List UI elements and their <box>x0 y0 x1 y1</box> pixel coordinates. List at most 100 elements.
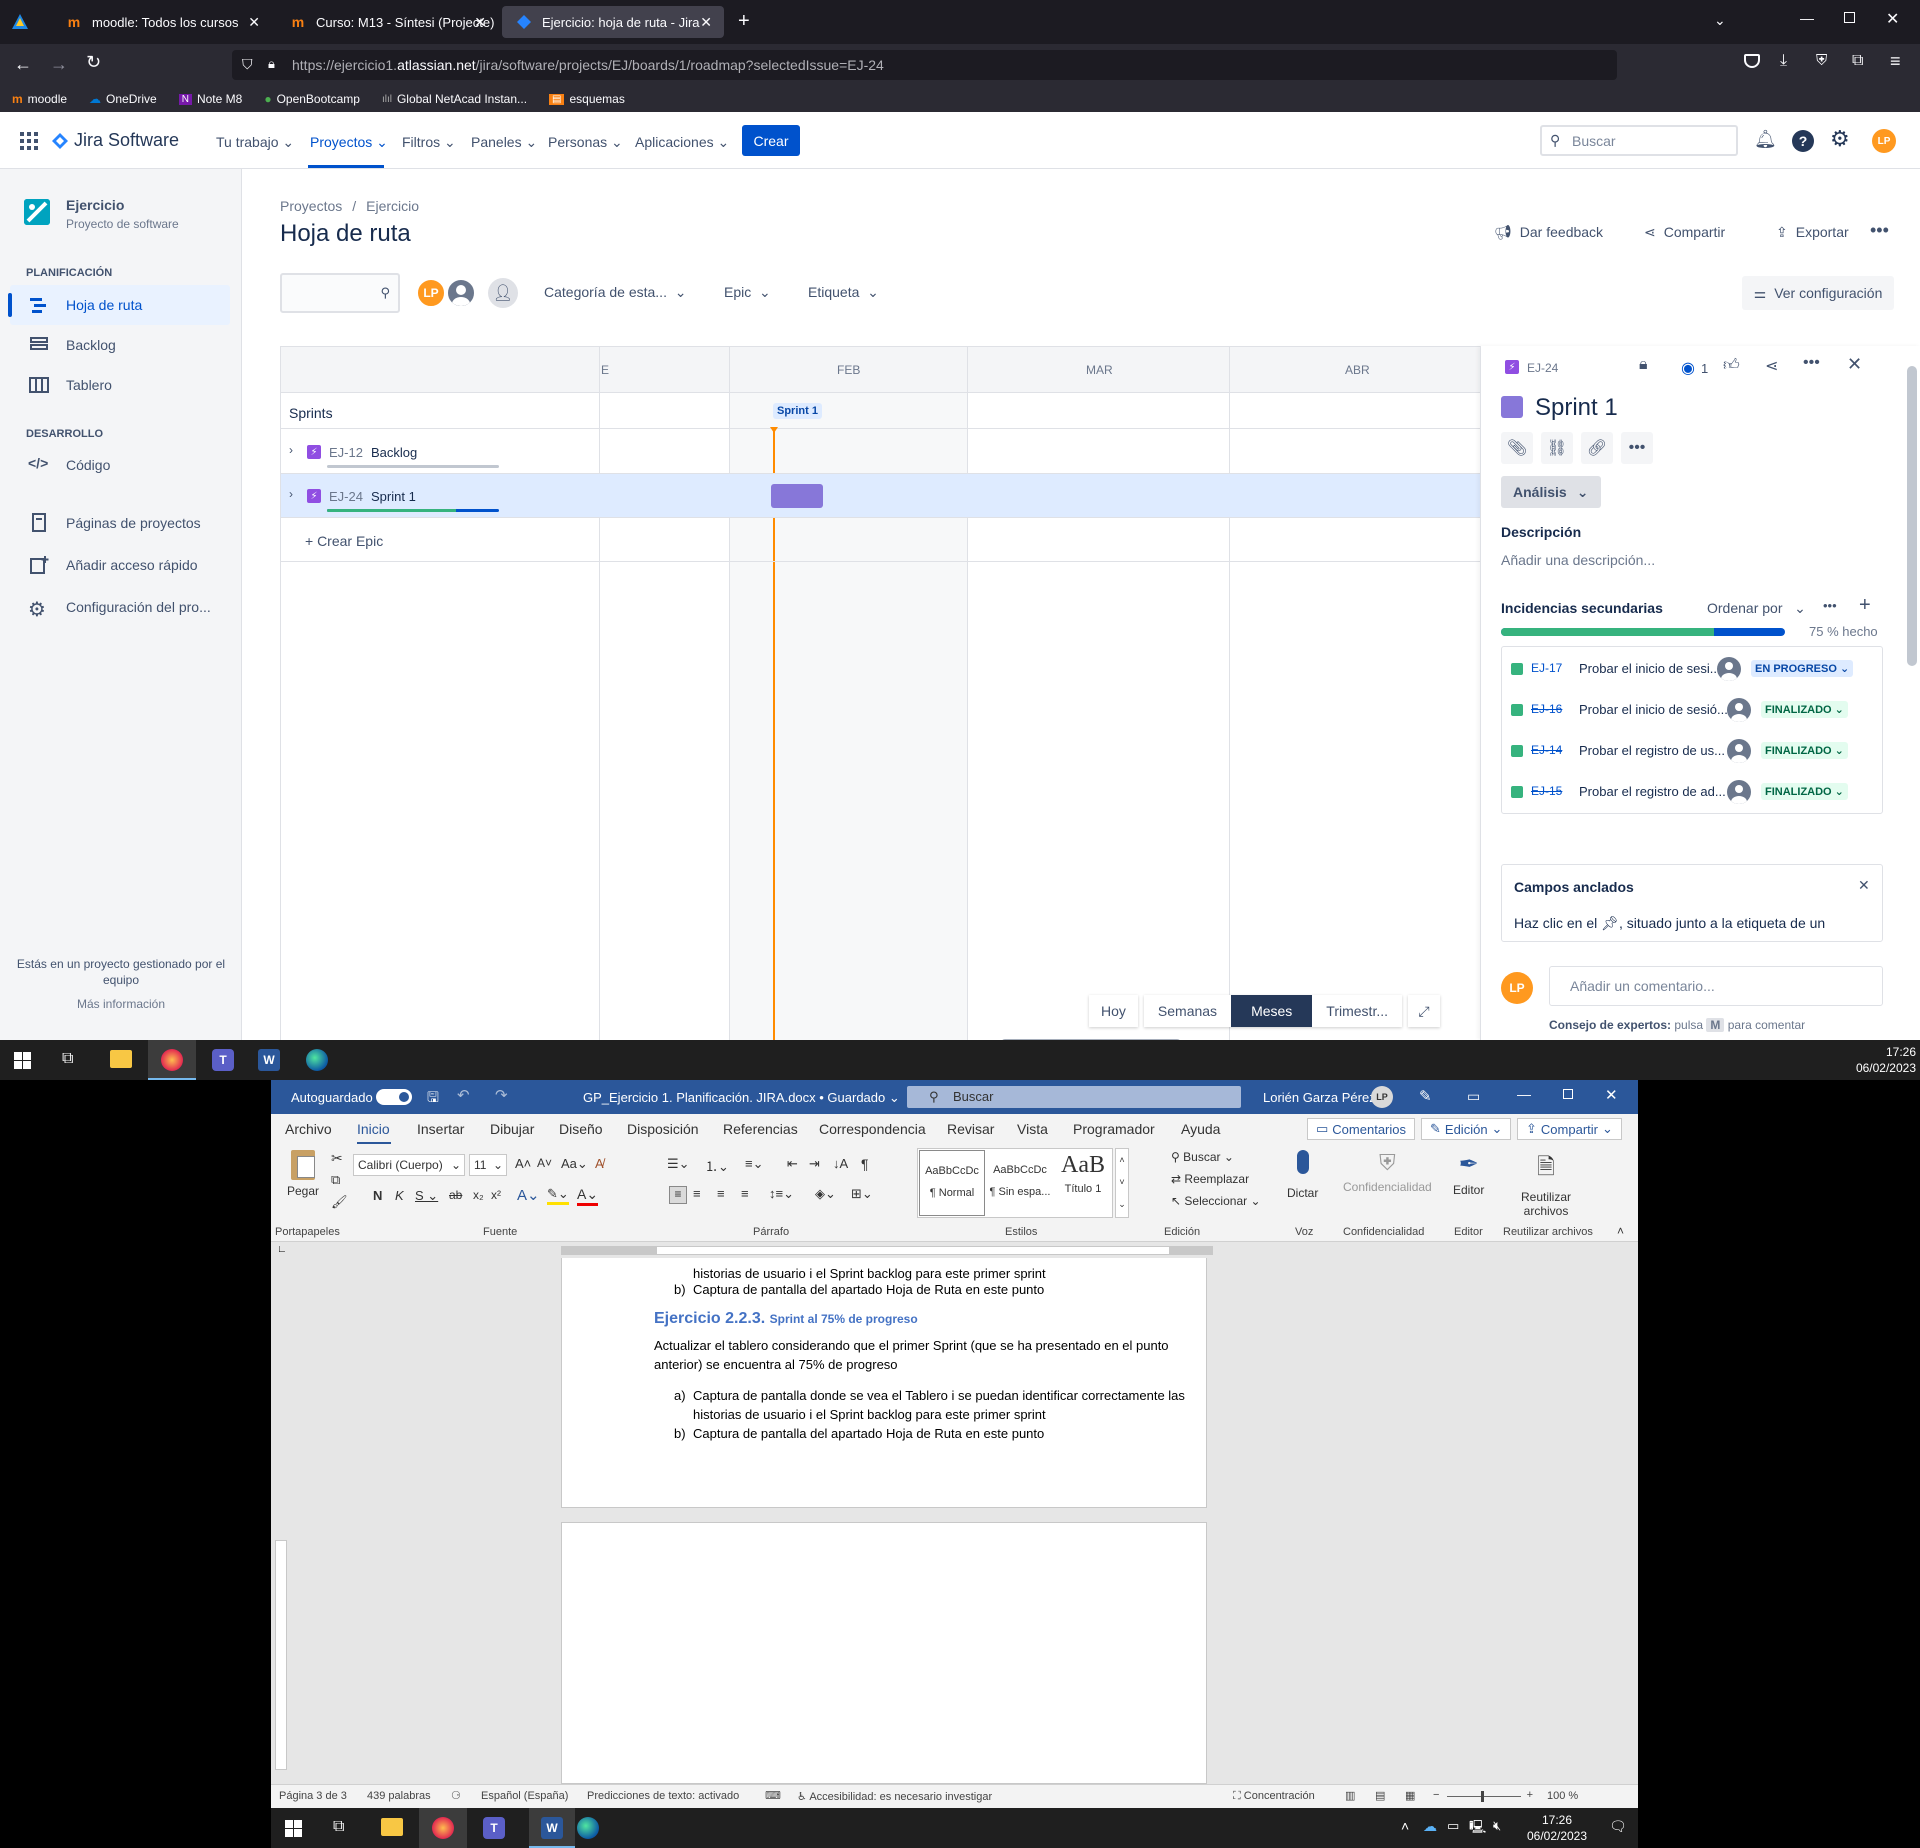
notifications-icon[interactable]: 🔔︎ <box>1754 129 1777 150</box>
status-badge[interactable]: FINALIZADO ⌄ <box>1761 701 1848 718</box>
tab-dibujar[interactable]: Dibujar <box>490 1121 534 1137</box>
tab-diseno[interactable]: Diseño <box>559 1121 603 1137</box>
avatar[interactable]: LP <box>416 278 446 308</box>
avatar[interactable]: LP <box>1872 129 1896 153</box>
tab-insertar[interactable]: Insertar <box>417 1121 464 1137</box>
reload-icon[interactable]: ↻ <box>86 52 101 73</box>
zoom-level[interactable]: 100 % <box>1547 1790 1578 1802</box>
jira-logo[interactable]: Jira Software <box>52 130 179 151</box>
comment-input[interactable]: Añadir un comentario... <box>1549 966 1883 1006</box>
tab-curso[interactable]: m Curso: M13 - Síntesi (Projecte) ✕ <box>276 6 498 38</box>
doc-title[interactable]: GP_Ejercicio 1. Planificación. JIRA.docx… <box>583 1090 900 1106</box>
status-badge[interactable]: FINALIZADO ⌄ <box>1761 783 1848 800</box>
add-child-icon[interactable]: + <box>1859 594 1871 617</box>
bookmark-openbootcamp[interactable]: ● OpenBootcamp <box>264 92 360 106</box>
filter-status-category[interactable]: Categoría de esta... ⌄ <box>544 284 686 301</box>
read-mode-icon[interactable]: ▥ <box>1345 1789 1355 1802</box>
breadcrumb-proyectos[interactable]: Proyectos <box>280 198 342 214</box>
user-name[interactable]: Lorién Garza Pérez <box>1263 1090 1376 1105</box>
bookmark-onedrive[interactable]: ☁ OneDrive <box>89 92 157 106</box>
edge-icon[interactable] <box>306 1049 328 1071</box>
status-badge[interactable]: FINALIZADO ⌄ <box>1761 742 1848 759</box>
app-switcher-icon[interactable] <box>20 132 38 150</box>
tab-selector-icon[interactable]: ∟ <box>277 1244 287 1255</box>
child-issue-row[interactable]: EJ-17 Probar el inicio de sesi... EN PRO… <box>1501 650 1883 688</box>
thumbs-up-icon[interactable]: 👍︎ <box>1723 356 1740 375</box>
url-bar[interactable]: ⛉ 🔒︎ https://ejercicio1. atlassian.net/ji… <box>232 50 1617 80</box>
roadmap-search-input[interactable]: ⚲ <box>280 273 400 313</box>
back-icon[interactable]: ← <box>14 54 32 75</box>
reuse-files-button[interactable]: 🗎︎ Reutilizar archivos <box>1513 1150 1579 1218</box>
language[interactable]: Español (España) <box>481 1790 568 1802</box>
nav-personas[interactable]: Personas ⌄ <box>548 134 623 151</box>
align-left-icon[interactable]: ≡ <box>669 1186 687 1204</box>
windows-start-icon[interactable] <box>14 1052 31 1069</box>
bold-icon[interactable]: N <box>373 1188 382 1203</box>
teams-icon[interactable]: T <box>483 1817 505 1839</box>
comments-button[interactable]: ▭ Comentarios <box>1307 1118 1415 1140</box>
tab-correspondencia[interactable]: Correspondencia <box>819 1121 926 1137</box>
more-icon[interactable]: ••• <box>1621 432 1653 464</box>
view-weeks[interactable]: Semanas <box>1143 995 1232 1027</box>
underline-icon[interactable]: S ⌄ <box>415 1188 438 1204</box>
numbering-icon[interactable]: ⒈⌄ <box>705 1156 729 1175</box>
collapse-ribbon-icon[interactable]: ˄ <box>1617 1224 1624 1238</box>
avatar[interactable]: LP <box>1371 1086 1393 1108</box>
file-explorer-icon[interactable] <box>381 1818 403 1836</box>
export-button[interactable]: ⇪ Exportar <box>1776 224 1849 241</box>
tab-revisar[interactable]: Revisar <box>947 1121 994 1137</box>
breadcrumb-ejercicio[interactable]: Ejercicio <box>366 198 419 214</box>
status-badge[interactable]: EN PROGRESO ⌄ <box>1751 660 1854 677</box>
child-issue-row[interactable]: EJ-16 Probar el inicio de sesió... FINAL… <box>1501 691 1883 729</box>
firefox-view-icon[interactable] <box>10 12 30 32</box>
close-icon[interactable]: ✕ <box>474 14 486 31</box>
change-case-icon[interactable]: Aa⌄ <box>561 1156 588 1172</box>
increase-indent-icon[interactable]: ⇥ <box>809 1156 820 1172</box>
firefox-icon[interactable] <box>419 1808 467 1848</box>
share-button[interactable]: ⇪ Compartir ⌄ <box>1517 1118 1622 1140</box>
downloads-icon[interactable]: ⤓ <box>1780 52 1787 70</box>
editor-button[interactable]: ✒ Editor <box>1453 1150 1484 1197</box>
issue-title[interactable]: Sprint 1 <box>1535 394 1618 422</box>
taskbar-clock[interactable]: 17:26 06/02/2023 <box>1840 1044 1916 1076</box>
superscript-icon[interactable]: x² <box>491 1188 501 1202</box>
strikethrough-icon[interactable]: ab <box>449 1188 462 1202</box>
taskbar-clock[interactable]: 17:26 06/02/2023 <box>1521 1812 1593 1844</box>
nav-aplicaciones[interactable]: Aplicaciones ⌄ <box>635 134 729 151</box>
proofing-icon[interactable]: ⚆ <box>451 1789 461 1802</box>
find-button[interactable]: ⚲ Buscar ⌄ <box>1171 1150 1234 1164</box>
styles-scroll-icon[interactable]: ˄ ˅ ⌄ <box>1115 1148 1129 1218</box>
minimize-button[interactable]: — <box>1517 1086 1531 1102</box>
focus-mode[interactable]: ⛶ Concentración <box>1233 1790 1315 1803</box>
view-today[interactable]: Hoy <box>1089 995 1138 1027</box>
tab-archivo[interactable]: Archivo <box>285 1121 332 1137</box>
print-layout-icon[interactable]: ▤ <box>1375 1789 1385 1802</box>
status-dropdown[interactable]: Análisis ⌄ <box>1501 476 1601 508</box>
forward-icon[interactable]: → <box>50 54 68 75</box>
watch-button[interactable]: ◉ 1 <box>1681 358 1708 378</box>
tab-jira[interactable]: Ejercicio: hoja de ruta - Jira ✕ <box>502 6 724 38</box>
nav-filtros[interactable]: Filtros ⌄ <box>402 134 456 151</box>
expand-chevron-icon[interactable]: › <box>289 443 293 457</box>
teams-icon[interactable]: T <box>212 1049 234 1071</box>
show-marks-icon[interactable]: ¶ <box>861 1156 869 1172</box>
create-epic-button[interactable]: + Crear Epic <box>305 533 383 549</box>
bookmark-moodle[interactable]: m moodle <box>12 92 67 106</box>
share-icon[interactable]: ⋖ <box>1765 356 1778 376</box>
view-months[interactable]: Meses <box>1231 995 1313 1027</box>
more-actions-icon[interactable]: ••• <box>1870 220 1889 241</box>
decrease-indent-icon[interactable]: ⇤ <box>787 1156 798 1172</box>
notifications-icon[interactable]: 🗨︎ <box>1609 1818 1627 1835</box>
shrink-font-icon[interactable]: A˅ <box>537 1156 552 1170</box>
edge-icon[interactable] <box>577 1817 599 1839</box>
text-effects-icon[interactable]: A⌄ <box>517 1186 540 1204</box>
child-issue-row[interactable]: EJ-15 Probar el registro de ad... FINALI… <box>1501 773 1883 811</box>
more-icon[interactable]: ••• <box>1823 598 1837 613</box>
sidebar-item-settings[interactable]: ⚙ Configuración del pro... <box>10 587 230 627</box>
close-icon[interactable]: ✕ <box>248 14 260 31</box>
style-no-spacing[interactable]: AaBbCcDc ¶ Sin espa... <box>987 1150 1053 1216</box>
zoom-slider[interactable]: − + <box>1433 1789 1533 1804</box>
link-icon[interactable]: 🔗︎ <box>1581 432 1613 464</box>
justify-icon[interactable]: ≡ <box>741 1186 749 1201</box>
lock-icon[interactable]: 🔒︎ <box>1639 356 1648 374</box>
